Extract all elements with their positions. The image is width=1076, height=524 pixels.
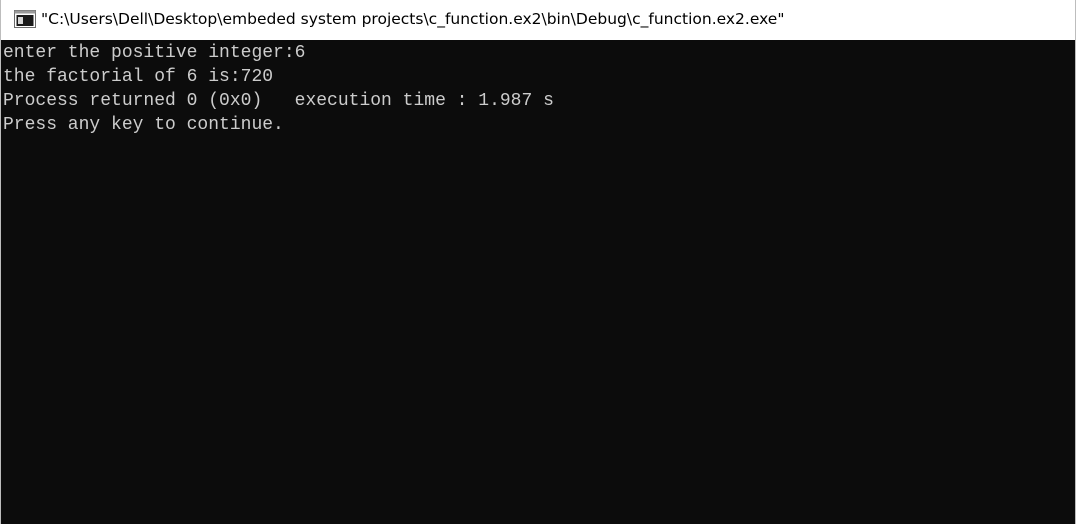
console-output[interactable]: enter the positive integer:6 the factori… [1, 41, 1075, 524]
console-line: the factorial of 6 is:720 [3, 67, 274, 87]
console-window: "C:\Users\Dell\Desktop\embeded system pr… [0, 0, 1076, 524]
console-line: Press any key to continue. [3, 115, 284, 135]
console-window-icon [14, 10, 36, 28]
console-line: Process returned 0 (0x0) execution time … [3, 91, 554, 111]
title-bar[interactable]: "C:\Users\Dell\Desktop\embeded system pr… [1, 0, 1075, 40]
window-title: "C:\Users\Dell\Desktop\embeded system pr… [41, 10, 785, 28]
console-line: enter the positive integer:6 [3, 43, 306, 63]
